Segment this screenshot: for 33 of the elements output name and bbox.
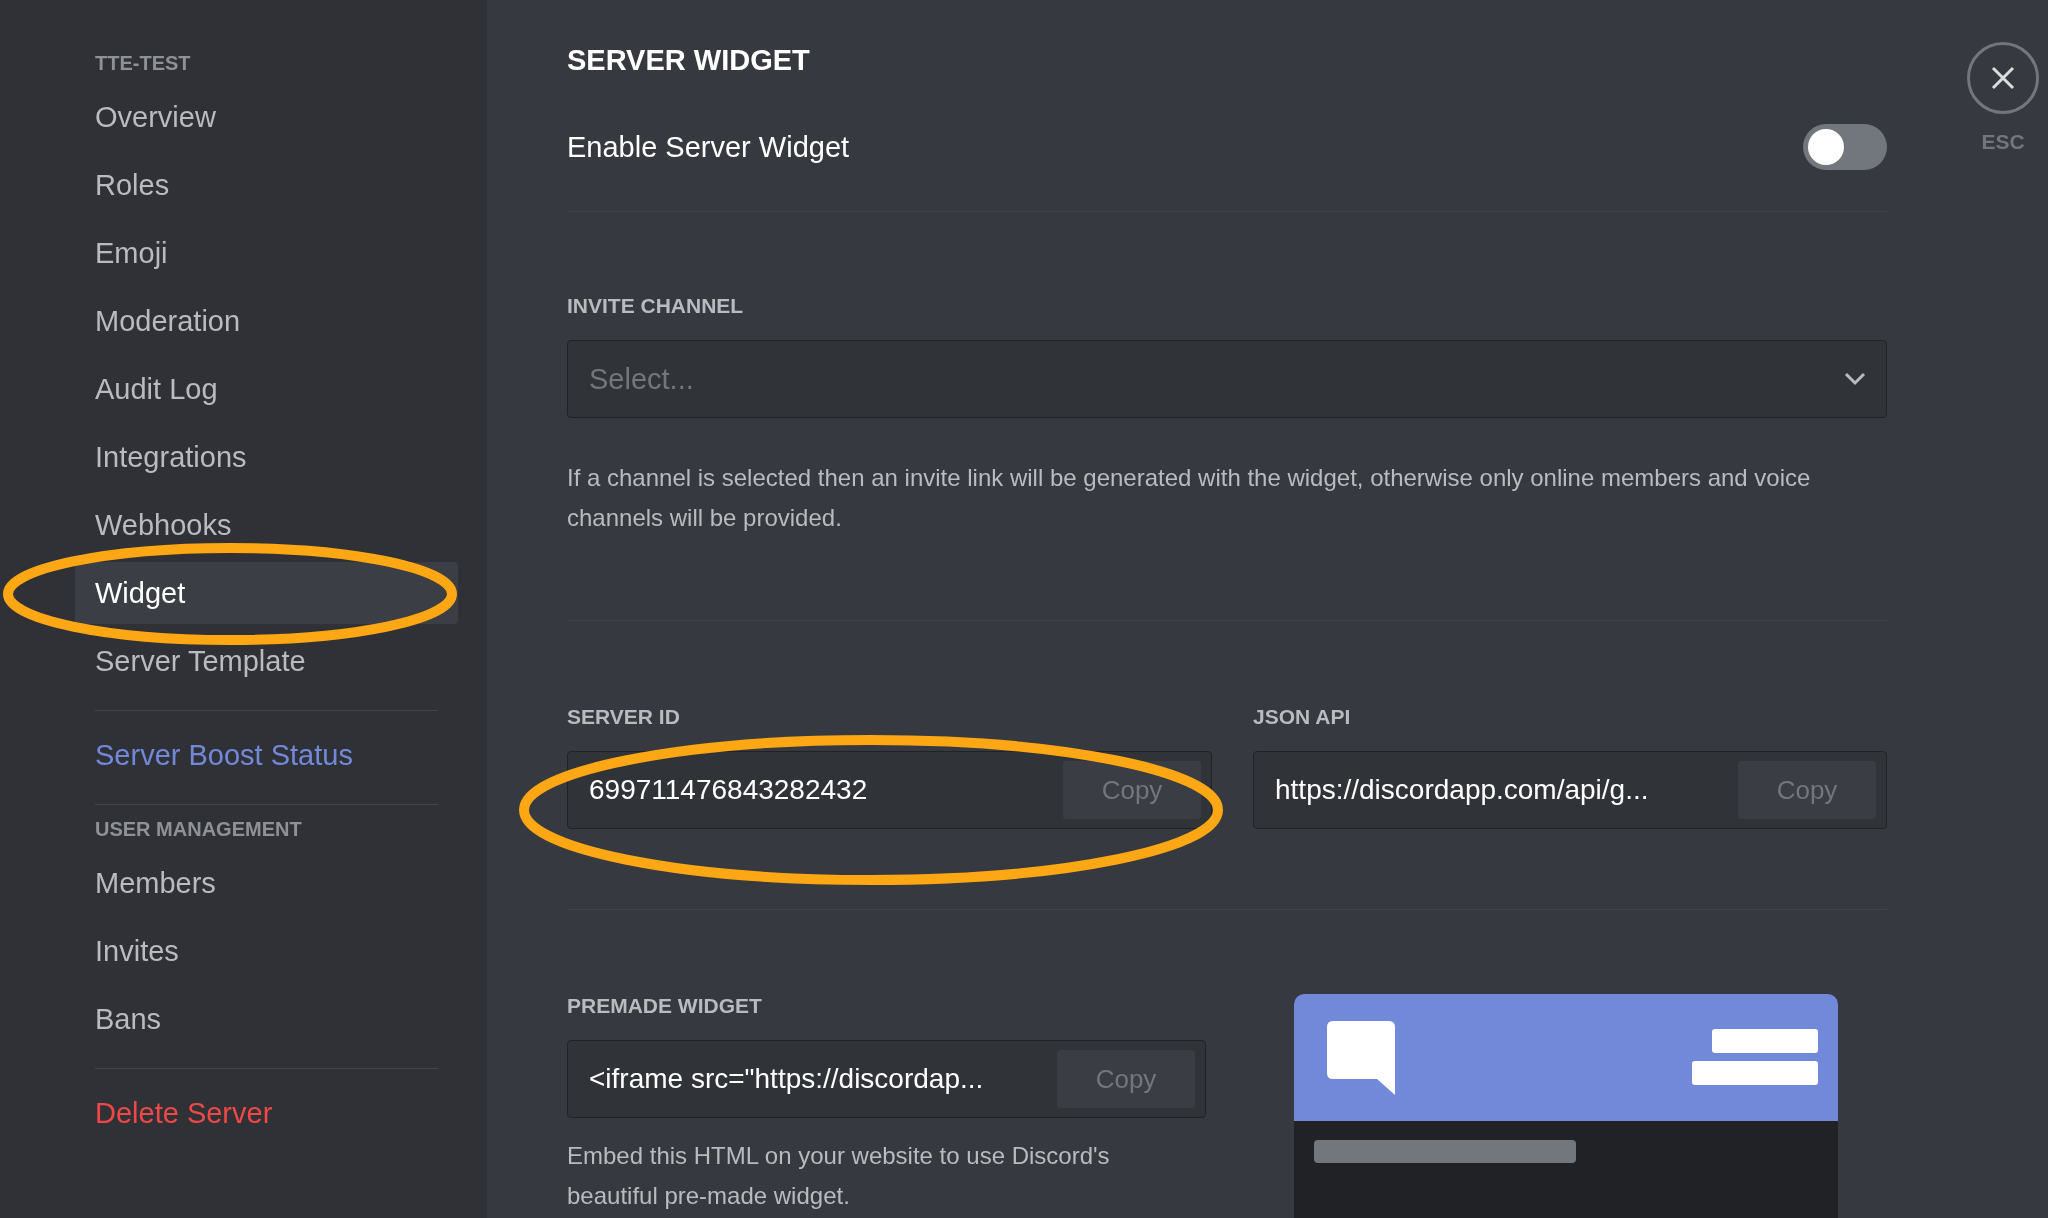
section-label: PREMADE WIDGET — [567, 994, 763, 1019]
sidebar-item[interactable]: Widget — [75, 562, 458, 624]
section-label: SERVER ID — [567, 705, 681, 730]
page-title: SERVER WIDGET — [567, 44, 811, 78]
sidebar-item[interactable]: Server Boost Status — [75, 724, 458, 786]
sidebar-item[interactable]: Integrations — [75, 426, 458, 488]
toggle-switch[interactable] — [1803, 124, 1887, 170]
widget-code-field[interactable]: <iframe src="https://discordap... Copy — [567, 1040, 1206, 1118]
sidebar-item[interactable]: Bans — [75, 988, 458, 1050]
sidebar-item[interactable]: Invites — [75, 920, 458, 982]
sidebar-item[interactable]: Server Template — [75, 630, 458, 692]
section-label: INVITE CHANNEL — [567, 294, 745, 319]
sidebar-item[interactable]: Audit Log — [75, 358, 458, 420]
sidebar-item[interactable]: Emoji — [75, 222, 458, 284]
sidebar-item[interactable]: Roles — [75, 154, 458, 216]
sidebar-item[interactable]: Webhooks — [75, 494, 458, 556]
chat-bubble-icon — [1327, 1021, 1395, 1095]
close-icon — [1990, 65, 2016, 91]
chevron-down-icon — [1844, 372, 1866, 386]
server-id-field[interactable]: 699711476843282432 Copy — [567, 751, 1212, 829]
json-api-field[interactable]: https://discordapp.com/api/g... Copy — [1253, 751, 1887, 829]
sidebar-header: TTE-TEST — [94, 52, 192, 76]
help-text: If a channel is selected then an invite link will be generated with the widget, otherwise only online members and voice channels will be provided. — [567, 463, 1812, 533]
help-text: Embed this HTML on your website to use Discord's beautiful pre-made widget. — [567, 1141, 1111, 1211]
sidebar-item[interactable]: Moderation — [75, 290, 458, 352]
setting-label: Enable Server Widget — [567, 130, 850, 164]
sidebar-item[interactable]: Delete Server — [75, 1082, 458, 1144]
sidebar-header: USER MANAGEMENT — [94, 818, 303, 842]
sidebar-item[interactable]: Overview — [75, 86, 458, 148]
close-button[interactable] — [1967, 42, 2039, 114]
sidebar-item[interactable]: Members — [75, 852, 458, 914]
section-label: JSON API — [1253, 705, 1352, 730]
esc-label: ESC — [1981, 130, 2025, 154]
